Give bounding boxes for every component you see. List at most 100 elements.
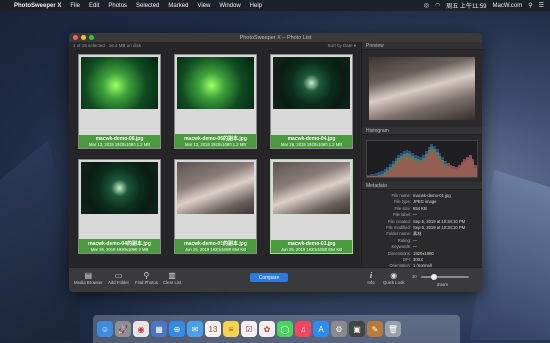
photo-meta: Jun 25, 2019 1920x1080 654 KB — [280, 247, 342, 252]
mail-icon[interactable]: ✉ — [187, 321, 203, 337]
window-title: PhotoSweeper X – Photo List — [239, 34, 312, 41]
photosweeper-icon[interactable]: ▣ — [349, 321, 365, 337]
find-photos-button[interactable]: ⚲ Find Photos — [135, 271, 158, 285]
photo-filename: macwk-demo-06的副本.jpg — [184, 136, 247, 142]
zoom-slider-knob[interactable] — [431, 274, 437, 280]
clear-list-icon: ▥ — [168, 271, 176, 280]
notes-icon[interactable]: ≡ — [223, 321, 239, 337]
launchpad-icon[interactable]: 🚀 — [115, 321, 131, 337]
selection-info: 1 of 18 selected · 16.4 MB on disk — [73, 43, 142, 48]
photo-card[interactable]: macwk-demo-04.jpg Mar 26, 2019 1920x1080 … — [270, 54, 353, 149]
card-spacer — [175, 111, 256, 134]
photo-card[interactable]: macwk-demo-01的副本.jpg Jun 25, 2019 1920x10… — [174, 159, 257, 254]
media-browser-icon: ▤ — [84, 271, 93, 280]
minimize-window-button[interactable] — [81, 35, 86, 40]
finder-icon[interactable]: ☺ — [97, 321, 113, 337]
metadata-key: File type: — [394, 199, 411, 205]
clear-list-button[interactable]: ▥ Clear List — [163, 271, 181, 285]
metadata-row: File modified: Sep 6, 2019 at 10:34:10 PM — [362, 225, 482, 231]
menu-photos[interactable]: Photos — [108, 3, 127, 9]
info-button[interactable]: i Info — [366, 271, 376, 285]
quick-look-button[interactable]: ◉ Quick Look — [383, 271, 405, 285]
compare-button[interactable]: Compare — [250, 273, 288, 282]
add-folder-label: Add Folder — [108, 280, 130, 285]
appstore-icon[interactable]: A — [313, 321, 329, 337]
menu-file[interactable]: File — [70, 3, 80, 9]
add-folder-button[interactable]: ▭ Add Folder — [108, 271, 129, 285]
media-browser-button[interactable]: ▤ Media Browser — [74, 271, 103, 285]
photo-thumbnail[interactable] — [177, 57, 254, 109]
card-spacer — [79, 111, 160, 135]
title-bar[interactable]: PhotoSweeper X – Photo List — [69, 33, 482, 42]
preview-icon[interactable]: ▦ — [151, 321, 167, 337]
brush-icon[interactable]: ✎ — [367, 321, 383, 337]
metadata-key: Folder name: — [386, 231, 411, 237]
notification-center-icon[interactable]: ☰ — [539, 2, 544, 9]
trash-icon[interactable]: 🗑 — [385, 321, 401, 337]
bottom-toolbar: ▤ Media Browser ▭ Add Folder ⚲ Find Phot… — [69, 267, 482, 292]
photo-card[interactable]: macwk-demo-04的副本.jpg Mar 26, 2019 1920x10… — [78, 159, 161, 254]
menu-view[interactable]: View — [197, 3, 210, 9]
spotlight-icon[interactable]: ⚲ — [528, 2, 532, 9]
photo-card[interactable]: macwk-demo-06.jpg Mar 13, 2019 1920x1080 … — [78, 54, 161, 149]
inspector-pane: Preview Histogram Metadata File name: mac… — [361, 42, 482, 268]
photos-icon[interactable]: ✿ — [259, 321, 275, 337]
music-icon[interactable]: ♫ — [295, 321, 311, 337]
photo-list-pane: 1 of 18 selected · 16.4 MB on disk Sort … — [69, 42, 360, 276]
photo-thumbnail[interactable] — [81, 57, 158, 109]
zoom-label: Zoom — [437, 282, 448, 287]
metadata-value: Sep 6, 2019 at 10:34:10 PM — [413, 218, 466, 224]
preferences-icon[interactable]: ⚙ — [331, 321, 347, 337]
zoom-window-button[interactable] — [89, 35, 94, 40]
menu-marked[interactable]: Marked — [168, 3, 188, 9]
photo-label: macwk-demo-06.jpg Mar 13, 2019 1920x1080 … — [79, 135, 160, 148]
close-window-button[interactable] — [73, 35, 78, 40]
menu-window[interactable]: Window — [219, 3, 240, 9]
metadata-row: File type: JPEG image — [362, 199, 482, 205]
eye-icon: ◉ — [390, 271, 398, 280]
status-icon[interactable]: ◎ — [424, 2, 429, 9]
reminders-icon[interactable]: ☑ — [241, 321, 257, 337]
metadata-value: — — [413, 212, 418, 218]
zoom-value: 30 — [412, 274, 417, 279]
menu-selected[interactable]: Selected — [136, 3, 159, 9]
find-photos-icon: ⚲ — [143, 271, 150, 280]
photo-card[interactable]: macwk-demo-01.jpg Jun 25, 2019 1920x1080 … — [270, 159, 353, 254]
photo-card[interactable]: macwk-demo-06的副本.jpg Mar 13, 2019 1920x10… — [174, 54, 257, 149]
preview-image — [369, 57, 475, 120]
metadata-header: Metadata — [362, 182, 482, 190]
menu-bar: PhotoSweeper X File Edit Photos Selected… — [0, 0, 550, 11]
chrome-icon[interactable]: ◉ — [133, 321, 149, 337]
metadata-value: JPEG image — [413, 199, 437, 205]
card-spacer — [271, 216, 352, 240]
list-info-bar: 1 of 18 selected · 16.4 MB on disk Sort … — [69, 42, 360, 49]
photo-filename: macwk-demo-04的副本.jpg — [88, 241, 151, 247]
histogram-header: Histogram — [362, 127, 482, 135]
metadata-value: Sep 6, 2019 at 10:34:10 PM — [413, 225, 466, 230]
calendar-icon[interactable]: 13 — [205, 321, 221, 337]
metadata-row: Keywords: — — [362, 244, 482, 250]
metadata-value: 654 KB — [413, 205, 427, 211]
metadata-key: Keywords: — [391, 244, 411, 250]
metadata-key: File modified: — [386, 225, 411, 230]
zoom-slider[interactable] — [421, 274, 469, 280]
photo-meta: Mar 26, 2019 1920x1080 2 MB — [90, 247, 149, 252]
clock[interactable]: 周五 上午11:59 — [446, 1, 486, 10]
card-spacer — [175, 216, 256, 239]
media-browser-label: Media Browser — [74, 280, 103, 285]
photo-thumbnail[interactable] — [273, 162, 350, 214]
metadata-value: — — [413, 244, 418, 250]
sort-dropdown[interactable]: Sort by Date ▾ — [327, 43, 356, 49]
card-spacer — [271, 111, 352, 135]
menu-app-name[interactable]: PhotoSweeper X — [14, 3, 61, 9]
photo-thumbnail[interactable] — [81, 162, 158, 214]
wifi-icon[interactable]: ◠ — [435, 2, 440, 9]
safari-icon[interactable]: ⊕ — [169, 321, 185, 337]
photo-thumbnail[interactable] — [273, 57, 350, 109]
photo-label: macwk-demo-04的副本.jpg Mar 26, 2019 1920x10… — [79, 239, 160, 253]
menu-help[interactable]: Help — [250, 3, 262, 9]
photo-thumbnail[interactable] — [177, 162, 254, 214]
messages-icon[interactable]: ◯ — [277, 321, 293, 337]
menu-edit[interactable]: Edit — [89, 3, 99, 9]
quick-look-label: Quick Look — [383, 280, 405, 285]
